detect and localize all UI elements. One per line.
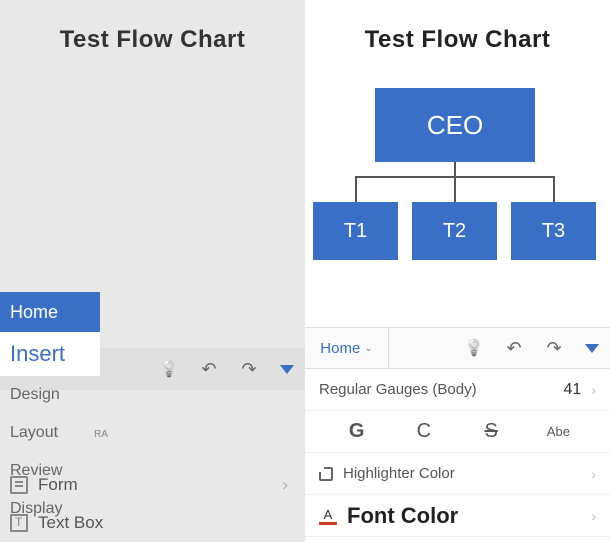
font-style-row: G C S Abe bbox=[305, 411, 610, 453]
insert-item-form[interactable]: Form › bbox=[10, 466, 300, 504]
connector bbox=[454, 162, 456, 176]
font-color-icon: A bbox=[319, 507, 337, 525]
connector bbox=[553, 176, 555, 202]
insert-item-textbox[interactable]: Text Box bbox=[10, 504, 300, 542]
font-size: 41 bbox=[564, 381, 582, 399]
toolbar-right: Home⌄ bbox=[305, 327, 610, 369]
undo-button[interactable] bbox=[494, 327, 534, 369]
chevron-right-icon: › bbox=[282, 475, 288, 495]
menu-item-design[interactable]: Design bbox=[0, 376, 100, 414]
format-panel: Regular Gauges (Body) 41 › G C S Abe Hig… bbox=[305, 369, 610, 542]
strikethrough-button[interactable]: S bbox=[471, 420, 511, 443]
insert-item-label: Text Box bbox=[38, 513, 103, 533]
chevron-right-icon: › bbox=[591, 466, 596, 482]
row-label: Highlighter Color bbox=[343, 465, 591, 482]
toolbar-dropdown[interactable] bbox=[269, 348, 305, 390]
menu-item-insert[interactable]: Insert bbox=[0, 332, 100, 376]
chevron-right-icon: › bbox=[591, 508, 596, 524]
other-formatting-row[interactable]: A Other Formatting › bbox=[305, 537, 610, 542]
form-icon bbox=[10, 476, 28, 494]
bulb-icon[interactable] bbox=[149, 348, 189, 390]
page-title-right: Test Flow Chart bbox=[305, 26, 610, 54]
page-title-left: Test Flow Chart bbox=[0, 26, 305, 54]
connector bbox=[355, 176, 357, 202]
font-name: Regular Gauges (Body) bbox=[319, 381, 564, 398]
menu-item-layout[interactable]: Layout bbox=[0, 414, 100, 452]
mini-label: RA bbox=[94, 429, 108, 440]
connector bbox=[454, 176, 456, 202]
bold-button[interactable]: G bbox=[337, 420, 377, 443]
right-document-pane: Test Flow Chart CEO T1 T2 T3 Home⌄ Regul… bbox=[305, 0, 610, 542]
chevron-down-icon: ⌄ bbox=[364, 343, 372, 354]
toolbar-dropdown[interactable] bbox=[574, 327, 610, 369]
bulb-icon[interactable] bbox=[454, 327, 494, 369]
color-cap-button[interactable]: C bbox=[404, 420, 444, 443]
triangle-down-icon bbox=[585, 344, 599, 353]
font-color-row[interactable]: A Font Color › bbox=[305, 495, 610, 537]
insert-submenu: Form › Text Box bbox=[10, 466, 300, 542]
chart-node-t1[interactable]: T1 bbox=[313, 202, 398, 260]
left-document-pane: Test Flow Chart Home⌄ Home Insert Design… bbox=[0, 0, 305, 542]
redo-button[interactable] bbox=[229, 348, 269, 390]
highlighter-icon bbox=[319, 467, 333, 481]
highlighter-color-row[interactable]: Highlighter Color › bbox=[305, 453, 610, 495]
chart-node-t2[interactable]: T2 bbox=[412, 202, 497, 260]
case-button[interactable]: Abe bbox=[538, 424, 578, 439]
chevron-right-icon: › bbox=[591, 382, 596, 398]
undo-button[interactable] bbox=[189, 348, 229, 390]
row-label: Font Color bbox=[347, 503, 591, 529]
redo-button[interactable] bbox=[534, 327, 574, 369]
toolbar-tab[interactable]: Home⌄ bbox=[305, 328, 389, 368]
font-row[interactable]: Regular Gauges (Body) 41 › bbox=[305, 369, 610, 411]
chart-node-t3[interactable]: T3 bbox=[511, 202, 596, 260]
textbox-icon bbox=[10, 514, 28, 532]
chart-node-ceo[interactable]: CEO bbox=[375, 88, 535, 162]
flow-chart: CEO T1 T2 T3 bbox=[305, 88, 610, 288]
menu-item-home[interactable]: Home bbox=[0, 292, 100, 332]
insert-item-label: Form bbox=[38, 475, 78, 495]
